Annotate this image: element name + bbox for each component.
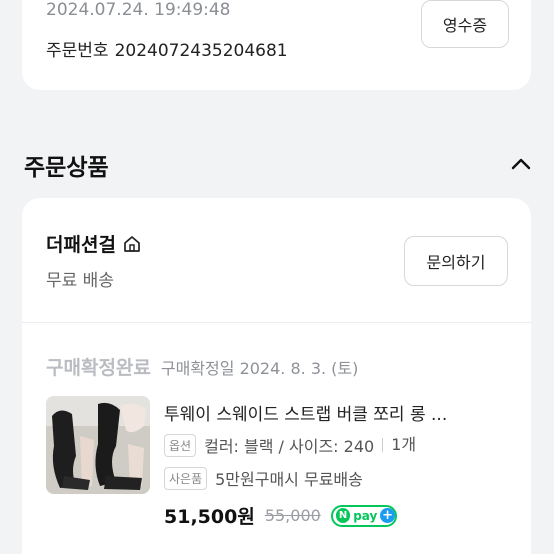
chevron-up-icon[interactable] [509,152,533,176]
purchase-confirm-date: 구매확정일 2024. 8. 3. (토) [160,359,359,378]
shop-row[interactable]: 더패션걸 [46,230,142,257]
receipt-button[interactable]: 영수증 [421,0,509,48]
gift-text: 5만원구매시 무료배송 [215,470,363,489]
plus-icon: + [380,508,395,523]
divider [22,322,531,323]
option-tag: 옵션 [164,433,197,457]
order-number: 2024072435204681 [114,41,288,61]
product-image [46,396,150,494]
product-thumbnail[interactable] [46,396,150,494]
order-item-card: 더패션걸 무료 배송 문의하기 구매확정완료 구매확정일 2024. 8. 3.… [22,198,531,554]
npay-label: pay [353,508,378,523]
original-price: 55,000 [264,506,321,525]
option-row: 옵션 컬러: 블랙 / 사이즈: 240 1개 [164,433,416,457]
purchase-status: 구매확정완료 [46,357,151,379]
order-info-card: 2024.07.24. 19:49:48 주문번호 202407243520468… [22,0,531,90]
quantity: 1개 [382,437,416,453]
price-row: 51,500원 55,000 N pay + [164,502,397,529]
order-date: 2024.07.24. 19:49:48 [46,0,231,20]
npay-n-icon: N [335,508,351,523]
section-title: 주문상품 [24,155,109,181]
sale-price: 51,500원 [164,506,255,528]
home-icon[interactable] [122,234,142,254]
gift-row: 사은품 5만원구매시 무료배송 [164,466,363,490]
inquiry-button[interactable]: 문의하기 [404,236,508,286]
status-row: 구매확정완료 구매확정일 2024. 8. 3. (토) [46,353,358,380]
option-text: 컬러: 블랙 / 사이즈: 240 [204,437,375,456]
shop-name[interactable]: 더패션걸 [46,230,116,257]
shipping-info: 무료 배송 [46,271,114,291]
order-number-row: 주문번호 2024072435204681 [46,36,288,61]
npay-plus-badge: N pay + [330,504,397,527]
gift-tag: 사은품 [164,466,208,490]
order-number-label: 주문번호 [46,41,109,61]
product-name[interactable]: 투웨이 스웨이드 스트랩 버클 쪼리 롱 ... [164,400,509,425]
